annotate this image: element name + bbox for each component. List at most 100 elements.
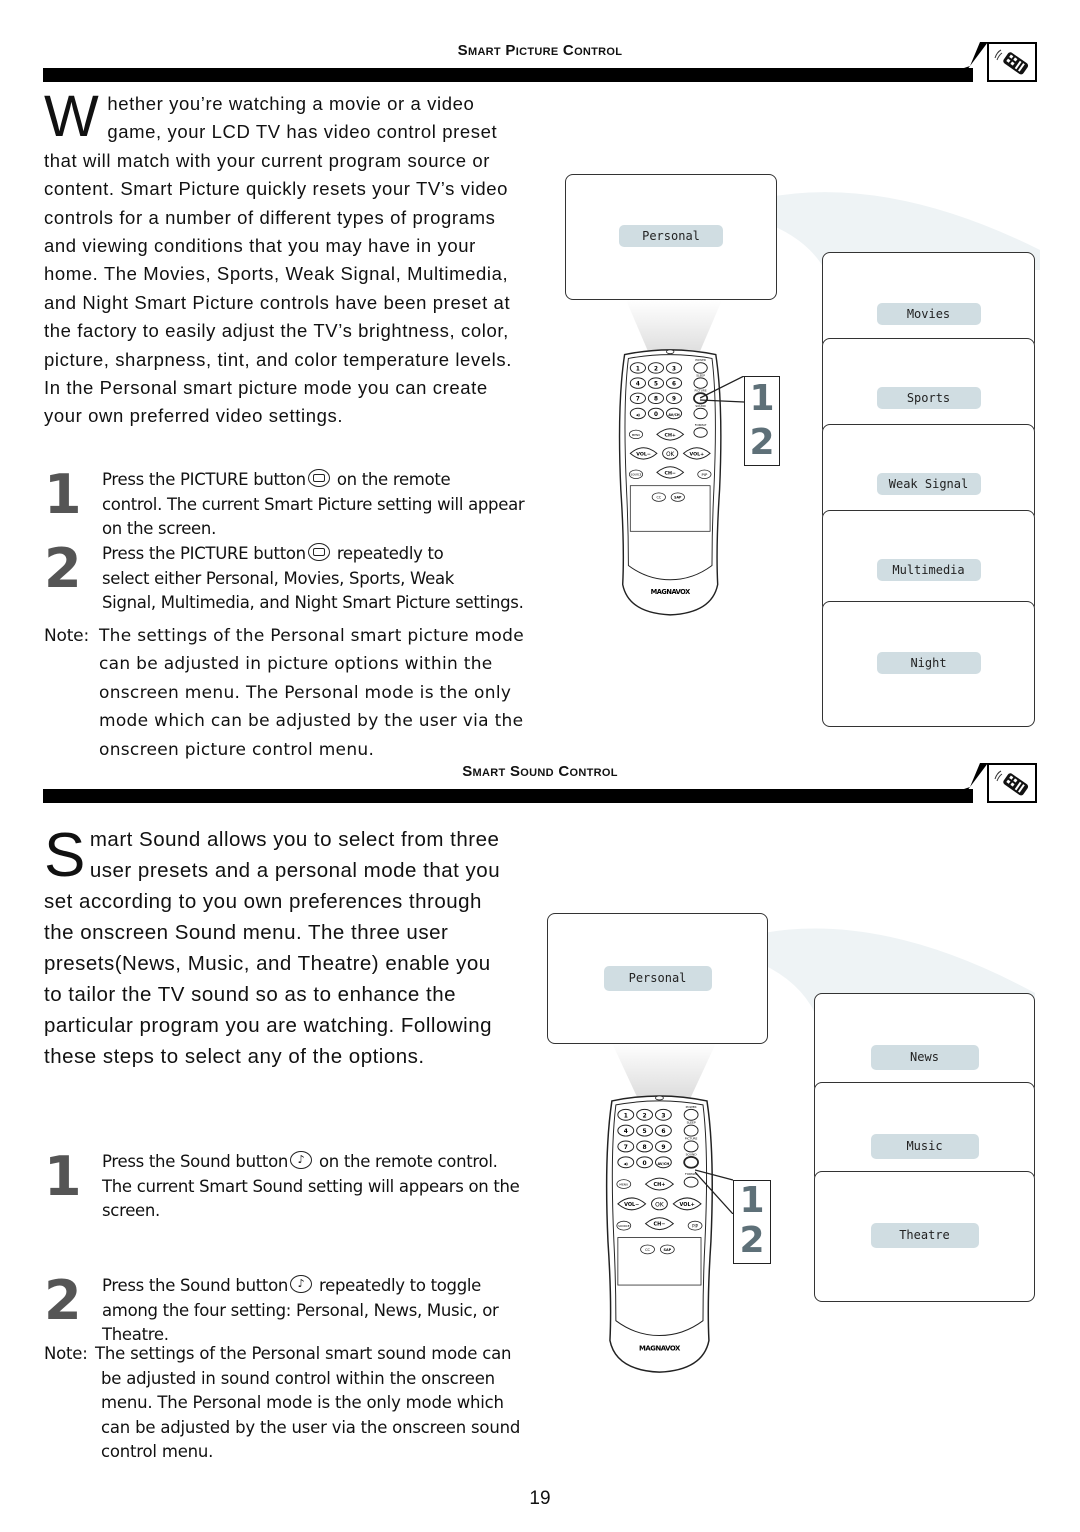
tv-screen-current: Personal	[565, 174, 777, 300]
step-text: on the remote	[336, 470, 451, 489]
note-label: Note:	[44, 626, 89, 646]
remote-side-label: SLEEP	[687, 1121, 696, 1125]
svg-text:SOURCE: SOURCE	[618, 1224, 630, 1228]
text-line: home. The Movies, Sports, Weak Signal, M…	[44, 263, 509, 285]
section-title: Smart Sound Control	[462, 763, 618, 780]
callout-pointer	[700, 376, 745, 403]
text-line: mode which can be adjusted by the user v…	[99, 711, 524, 732]
text-line: control menu.	[101, 1442, 214, 1462]
section-header-picture: Smart Picture Control	[43, 42, 1037, 84]
step-number: 1	[44, 463, 82, 526]
step-text: The current Smart Sound setting will app…	[102, 1176, 520, 1196]
sound-step-2: 2 Press the Sound button ♪ repeatedly to …	[44, 1274, 554, 1348]
note-text: The settings of the Personal smart sound…	[44, 1342, 520, 1465]
step-text: screen.	[102, 1201, 160, 1220]
svg-text:VOL−: VOL−	[624, 1202, 639, 1208]
text-line: onscreen picture control menu.	[99, 739, 375, 760]
sound-note: Note: The settings of the Personal smart…	[44, 1342, 554, 1467]
remote-key-label: 1	[636, 366, 640, 372]
text-line: set according to you own preferences thr…	[44, 890, 482, 913]
sound-button-icon: ♪	[290, 1275, 313, 1293]
remote-key-label: 6	[661, 1128, 665, 1135]
mode-option-label: Weak Signal	[876, 473, 981, 495]
svg-text:CH+: CH+	[653, 1182, 665, 1188]
step-text: Press the PICTURE button	[102, 470, 306, 489]
tv-screen-option: Multimedia	[822, 510, 1035, 613]
remote-key-label: 3	[661, 1112, 665, 1119]
remote-beam	[612, 1043, 716, 1099]
callout-number: 2	[749, 422, 775, 463]
step-number: 2	[44, 1269, 82, 1332]
sound-step-1: 1 Press the Sound button ♪ on the remote …	[44, 1150, 554, 1230]
svg-text:CH−: CH−	[653, 1222, 665, 1228]
tv-screen-option: Sports	[822, 338, 1035, 436]
sound-intro: S mart Sound allows you to select from t…	[44, 824, 544, 1072]
step-text: on the screen.	[102, 519, 217, 538]
step-text: among the four setting: Personal, News, …	[102, 1300, 499, 1320]
mode-option-label: Theatre	[870, 1223, 979, 1248]
remote-key-label: 0	[654, 412, 658, 418]
step-text: Signal, Multimedia, and Night Smart Pict…	[102, 593, 524, 612]
remote-key-label: 8	[654, 397, 658, 403]
picture-button-icon	[307, 469, 330, 487]
remote-key-label: ◀)	[624, 1162, 629, 1166]
text-line: presets(News, Music, and Theatre) enable…	[44, 952, 491, 975]
remote-control-illustration: 1 2 3 POWER 4 5 6 SLEEP 7 8 9 PICTURE ◀) 0 AV/CH SOUND F…	[604, 1093, 715, 1379]
svg-text:OK: OK	[666, 452, 674, 458]
tv-screen-option: Music	[814, 1082, 1035, 1183]
remote-key-label: AV/CH	[657, 1162, 669, 1166]
text-line: picture, sharpness, tint, and color temp…	[44, 348, 512, 370]
step-text: control. The current Smart Picture setti…	[102, 494, 525, 514]
step-text: select either Personal, Movies, Sports, …	[102, 568, 455, 588]
remote-key-label: 5	[643, 1128, 647, 1135]
remote-key-label: ◀)	[636, 413, 641, 417]
svg-text:CH−: CH−	[664, 470, 675, 476]
svg-text:CC: CC	[656, 496, 661, 500]
mode-option-label: Night	[876, 652, 981, 674]
mode-option-label: News	[870, 1045, 979, 1070]
header-bar	[43, 789, 973, 803]
remote-side-key	[693, 407, 708, 420]
text-line: particular program you are watching. Fol…	[44, 1014, 493, 1037]
remote-key-label: 9	[672, 397, 676, 403]
dropcap: W	[44, 84, 100, 149]
callout-number: 2	[739, 1220, 765, 1261]
text-line: and viewing conditions that you may have…	[44, 235, 476, 257]
text-line: and Night Smart Picture controls have be…	[44, 291, 511, 313]
note-text: The settings of the Personal smart pictu…	[99, 622, 524, 764]
remote-key-label: 3	[672, 366, 676, 372]
remote-key-label: 4	[636, 381, 640, 387]
svg-text:CH+: CH+	[664, 432, 675, 438]
text-line: these steps to select any of the options…	[44, 1045, 425, 1068]
remote-key-label: 7	[636, 397, 640, 403]
text-line: The settings of the Personal smart pictu…	[99, 626, 524, 646]
callout-number: 1	[749, 378, 775, 419]
remote-key-label: 5	[654, 381, 658, 387]
step-number: 1	[44, 1145, 82, 1208]
text-line: The settings of the Personal smart sound…	[95, 1344, 512, 1363]
remote-side-label: PICTURE	[685, 1137, 698, 1141]
current-mode-label: Personal	[603, 966, 712, 991]
svg-text:OK: OK	[655, 1201, 664, 1208]
svg-text:VOL+: VOL+	[689, 451, 704, 457]
current-mode-label: Personal	[619, 225, 723, 247]
mode-option-label: Sports	[876, 387, 981, 409]
remote-side-label: POWER	[695, 358, 706, 362]
remote-key-label: 9	[661, 1144, 665, 1151]
header-bar	[43, 68, 973, 82]
text-line: controls for a number of different types…	[44, 206, 496, 228]
svg-text:FORMAT: FORMAT	[695, 423, 707, 427]
page-number: 19	[529, 1488, 551, 1509]
tv-screen-current: Personal	[547, 913, 768, 1044]
text-line: the factory to easily adjust the TV’s br…	[44, 320, 509, 342]
step-text: on the remote control.	[318, 1152, 498, 1171]
svg-text:SOURCE: SOURCE	[631, 473, 642, 477]
svg-text:CC: CC	[645, 1248, 650, 1252]
header-ramp	[898, 42, 988, 82]
remote-brand: MAGNAVOX	[639, 1344, 681, 1352]
mode-option-label: Movies	[876, 303, 981, 325]
text-line: content. Smart Picture quickly resets yo…	[44, 178, 508, 200]
remote-key-label: 0	[643, 1160, 647, 1167]
remote-side-label: SOUND	[686, 1152, 698, 1156]
remote-body: 1 2 3POWER4 5 6SLEEP7 8 9PICTURE◀) 0 AV/CHSOUNDF…	[605, 1095, 713, 1373]
